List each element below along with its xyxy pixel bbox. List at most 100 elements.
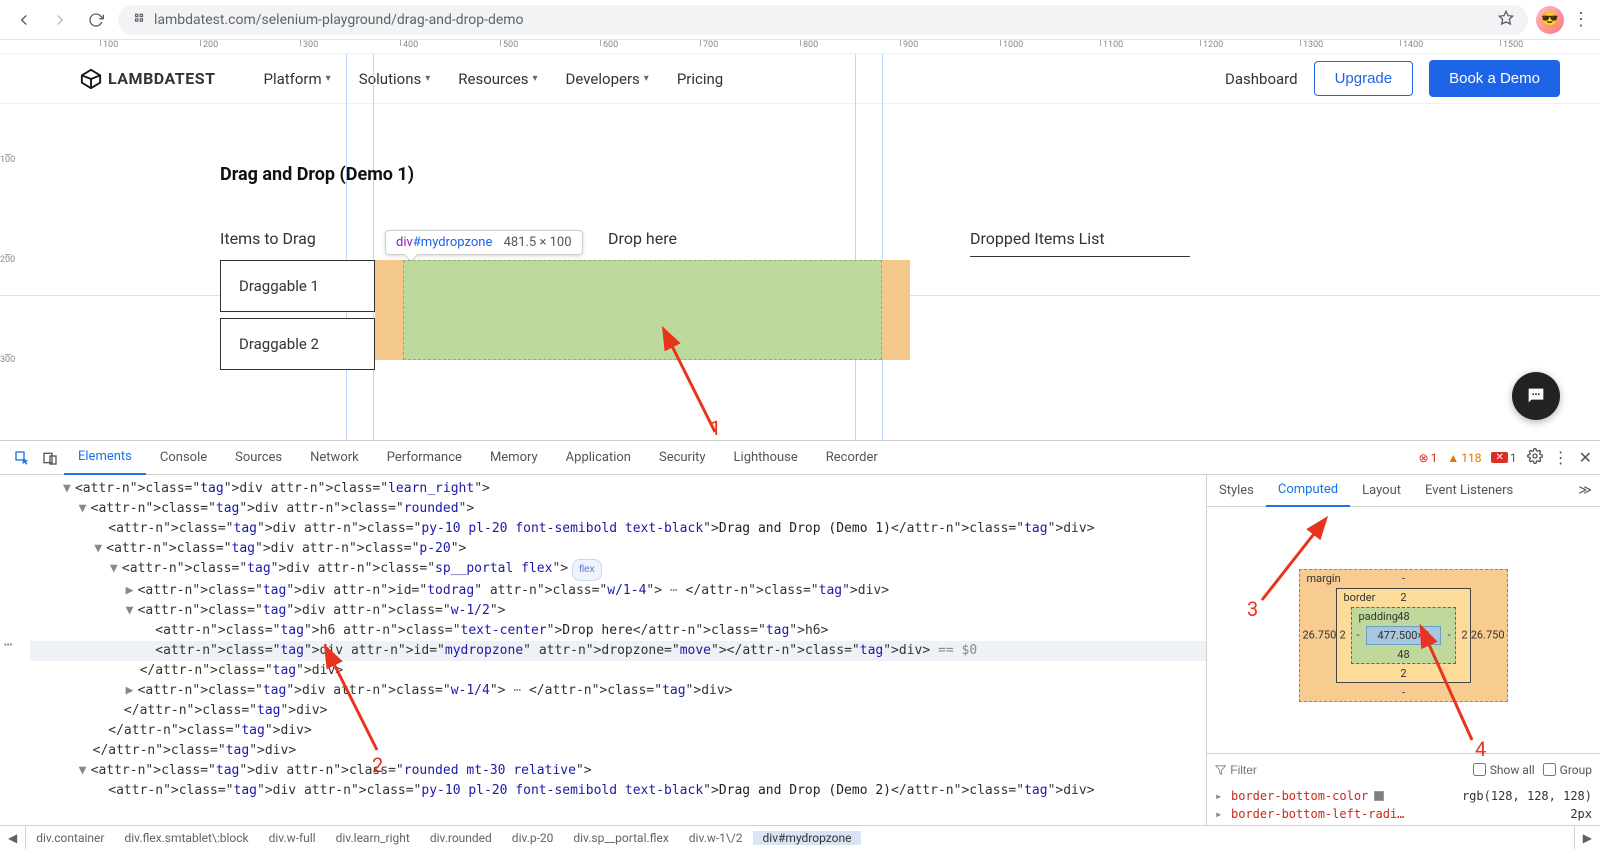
upgrade-button[interactable]: Upgrade	[1314, 61, 1414, 96]
computed-properties[interactable]: ▸border-bottom-color rgb(128, 128, 128) …	[1207, 785, 1600, 825]
styles-tab-styles[interactable]: Styles	[1207, 475, 1266, 507]
tab-elements[interactable]: Elements	[64, 441, 146, 475]
warning-count[interactable]: ▲ 118	[1447, 451, 1481, 465]
tab-network[interactable]: Network	[296, 441, 373, 475]
more-icon[interactable]: ⋮	[1553, 448, 1569, 467]
inspect-element-icon[interactable]	[8, 444, 36, 472]
breadcrumb-right-icon[interactable]: ▶	[1574, 826, 1600, 849]
chevron-down-icon: ▾	[425, 73, 430, 84]
chat-icon	[1525, 385, 1547, 407]
nav-dashboard[interactable]: Dashboard	[1225, 70, 1298, 88]
reload-button[interactable]	[82, 6, 110, 34]
dropped-heading: Dropped Items List	[970, 229, 1190, 257]
draggable-2[interactable]: Draggable 2	[220, 318, 375, 370]
styles-tab-computed[interactable]: Computed	[1266, 475, 1350, 507]
header-right: Dashboard Upgrade Book a Demo	[1225, 60, 1560, 97]
nav-item-solutions[interactable]: Solutions▾	[359, 70, 431, 88]
breadcrumb-item[interactable]: div.sp__portal.flex	[563, 831, 678, 845]
nav-item-developers[interactable]: Developers▾	[566, 70, 649, 88]
items-column: Items to Drag Draggable 1 Draggable 2	[220, 229, 375, 370]
book-demo-button[interactable]: Book a Demo	[1429, 60, 1560, 97]
issue-count[interactable]: ✕ 1	[1491, 451, 1516, 465]
site-settings-icon	[132, 13, 146, 27]
breadcrumb-item[interactable]: div.w-1\/2	[679, 831, 753, 845]
overflow-dots-icon: ⋯	[4, 635, 12, 655]
breadcrumb-item[interactable]: div.p-20	[502, 831, 564, 845]
bookmark-star-icon[interactable]	[1498, 10, 1514, 30]
device-toolbar-icon[interactable]	[36, 444, 64, 472]
tab-performance[interactable]: Performance	[373, 441, 476, 475]
browser-toolbar: lambdatest.com/selenium-playground/drag-…	[0, 0, 1600, 40]
settings-icon[interactable]	[1527, 448, 1543, 467]
breadcrumb-item[interactable]: div.rounded	[420, 831, 502, 845]
computed-prop-row[interactable]: ▸border-bottom-color rgb(128, 128, 128)	[1215, 787, 1592, 805]
color-swatch	[1374, 791, 1384, 801]
demo-area: Drag and Drop (Demo 1) Items to Drag Dra…	[0, 104, 1600, 370]
filter-row: Show all Group	[1207, 753, 1600, 785]
nav-item-resources[interactable]: Resources▾	[458, 70, 537, 88]
breadcrumb-left-icon[interactable]: ◀	[0, 826, 26, 849]
brand-logo[interactable]: LAMBDATEST	[80, 68, 215, 90]
styles-tabs: Styles Computed Layout Event Listeners ≫	[1207, 475, 1600, 507]
filter-icon	[1215, 764, 1226, 776]
demo-title: Drag and Drop (Demo 1)	[220, 164, 1600, 185]
breadcrumb-item[interactable]: div.flex.smtablet\:block	[114, 831, 258, 845]
styles-tab-event[interactable]: Event Listeners	[1413, 475, 1525, 507]
computed-prop-row[interactable]: ▸border-bottom-left-radi… 2px	[1215, 805, 1592, 823]
tab-memory[interactable]: Memory	[476, 441, 552, 475]
chevron-down-icon: ▾	[326, 73, 331, 84]
elements-tree[interactable]: ⋯ ▼<attr-n">class="tag">div attr-n">clas…	[0, 475, 1206, 825]
annotation-label-4: 4	[1475, 737, 1486, 761]
browser-menu-icon[interactable]: ⋮	[1572, 9, 1590, 30]
page-viewport: 100200300 LAMBDATEST Platform▾ Solutions…	[0, 54, 1600, 440]
draggable-1[interactable]: Draggable 1	[220, 260, 375, 312]
annotation-label-2: 2	[372, 753, 383, 777]
profile-avatar[interactable]: 😎	[1536, 6, 1564, 34]
address-bar[interactable]: lambdatest.com/selenium-playground/drag-…	[118, 5, 1528, 35]
breadcrumb-item[interactable]: div#mydropzone	[753, 831, 862, 845]
tab-security[interactable]: Security	[645, 441, 720, 475]
error-count[interactable]: ⊗ 1	[1419, 451, 1438, 465]
annotation-label-1: 1	[710, 416, 721, 440]
drop-column: Drop here div#mydropzone 481.5 × 100	[375, 229, 910, 360]
ruler-horizontal: 1002003004005006007008009001000110012001…	[0, 40, 1600, 54]
annotation-label-3: 3	[1247, 597, 1258, 621]
tab-application[interactable]: Application	[552, 441, 645, 475]
breadcrumb-item[interactable]: div.container	[26, 831, 114, 845]
dom-breadcrumb[interactable]: ◀ div.containerdiv.flex.smtablet\:blockd…	[0, 825, 1600, 849]
close-devtools-icon[interactable]: ✕	[1579, 448, 1592, 467]
breadcrumb-item[interactable]: div.learn_right	[326, 831, 420, 845]
group-checkbox[interactable]: Group	[1543, 763, 1592, 777]
devtools-panel: Elements Console Sources Network Perform…	[0, 440, 1600, 849]
primary-nav: Platform▾ Solutions▾ Resources▾ Develope…	[263, 70, 723, 88]
nav-item-platform[interactable]: Platform▾	[263, 70, 330, 88]
inspect-tooltip: div#mydropzone 481.5 × 100	[385, 230, 583, 255]
nav-item-pricing[interactable]: Pricing	[677, 70, 723, 88]
filter-input[interactable]	[1230, 763, 1464, 777]
chevron-down-icon: ▾	[644, 73, 649, 84]
styles-pane: Styles Computed Layout Event Listeners ≫…	[1206, 475, 1600, 825]
show-all-checkbox[interactable]: Show all	[1473, 763, 1535, 777]
margin-overlay-right	[882, 260, 910, 360]
chat-widget-button[interactable]	[1512, 372, 1560, 420]
site-header: LAMBDATEST Platform▾ Solutions▾ Resource…	[0, 54, 1600, 104]
box-model[interactable]: margin - - 26.750 26.750 border 2 2 2 2 …	[1207, 507, 1600, 753]
tab-sources[interactable]: Sources	[221, 441, 296, 475]
tab-console[interactable]: Console	[146, 441, 221, 475]
chevron-down-icon: ▾	[533, 73, 538, 84]
margin-overlay-left	[375, 260, 403, 360]
lambdatest-logo-icon	[80, 68, 102, 90]
box-model-content: 477.500×0	[1366, 626, 1440, 645]
tab-lighthouse[interactable]: Lighthouse	[720, 441, 812, 475]
back-button[interactable]	[10, 6, 38, 34]
items-heading: Items to Drag	[220, 229, 375, 248]
tab-recorder[interactable]: Recorder	[812, 441, 892, 475]
styles-tab-layout[interactable]: Layout	[1350, 475, 1413, 507]
dropzone[interactable]	[375, 260, 910, 360]
devtools-tabs: Elements Console Sources Network Perform…	[0, 441, 1600, 475]
forward-button[interactable]	[46, 6, 74, 34]
url-text: lambdatest.com/selenium-playground/drag-…	[154, 12, 524, 28]
dropped-column: Dropped Items List	[970, 229, 1190, 257]
breadcrumb-item[interactable]: div.w-full	[259, 831, 326, 845]
styles-more-icon[interactable]: ≫	[1570, 483, 1600, 498]
